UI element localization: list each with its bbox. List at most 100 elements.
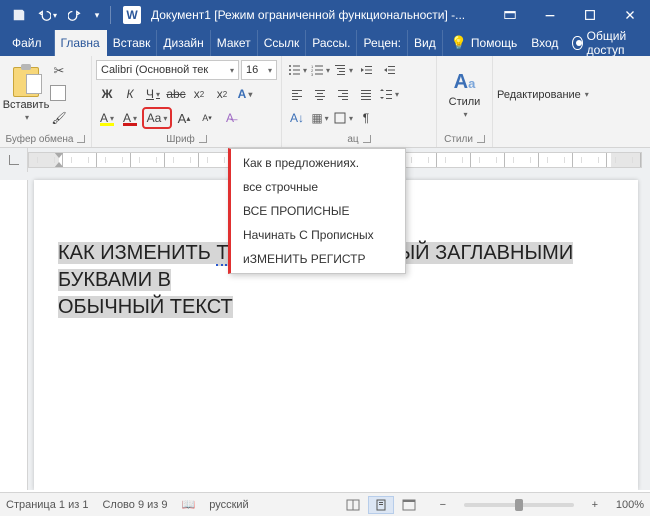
format-painter-icon[interactable]	[50, 110, 68, 126]
save-icon[interactable]	[6, 1, 32, 29]
align-right-button[interactable]	[332, 83, 354, 105]
menu-capitalize-each[interactable]: Начинать С Прописных	[231, 223, 405, 247]
change-case-button[interactable]: Aa▾	[142, 107, 172, 129]
editing-label: Редактирование	[497, 89, 581, 101]
tab-review[interactable]: Рецен:	[357, 30, 408, 56]
menu-toggle-case[interactable]: иЗМЕНИТЬ РЕГИСТР	[231, 247, 405, 271]
group-font: Calibri (Основной тек▾ 16▾ Ж К Ч▾ abc x2…	[92, 56, 282, 147]
tab-file[interactable]: Файл	[0, 30, 55, 56]
ribbon: Вставить ▾ Буфер обмена Calibri (Основно…	[0, 56, 650, 148]
status-language[interactable]: русский	[209, 499, 248, 511]
web-layout-icon[interactable]	[396, 496, 422, 514]
align-left-button[interactable]	[286, 83, 308, 105]
font-name-combo[interactable]: Calibri (Основной тек▾	[96, 60, 239, 80]
decrease-indent-button[interactable]	[355, 59, 377, 81]
tab-insert[interactable]: Вставк	[107, 30, 158, 56]
read-mode-icon[interactable]	[340, 496, 366, 514]
zoom-level[interactable]: 100%	[616, 499, 644, 511]
menu-lowercase[interactable]: все строчные	[231, 175, 405, 199]
redo-icon[interactable]	[62, 1, 88, 29]
tab-view[interactable]: Вид	[408, 30, 443, 56]
group-editing: Редактирование ▾	[493, 56, 599, 147]
change-case-menu: Как в предложениях. все строчные ВСЕ ПРО…	[228, 148, 406, 274]
sort-button[interactable]: A↓	[286, 107, 308, 129]
group-paragraph: ▾ 123▾ ▾ ▾ A↓ ▾ ▾ ¶ ац	[282, 56, 437, 147]
minimize-icon[interactable]	[530, 0, 570, 30]
font-launcher-icon[interactable]	[199, 135, 207, 143]
share-button[interactable]: Общий доступ	[564, 30, 650, 56]
font-size-value: 16	[246, 64, 258, 76]
status-words[interactable]: Слово 9 из 9	[102, 499, 167, 511]
bulb-icon: 💡	[451, 35, 467, 51]
text-effects-button[interactable]: A▾	[234, 83, 256, 105]
clipboard-launcher-icon[interactable]	[77, 135, 85, 143]
multilevel-button[interactable]: ▾	[332, 59, 354, 81]
menu-sentence-case[interactable]: Как в предложениях.	[231, 151, 405, 175]
align-center-button[interactable]	[309, 83, 331, 105]
numbering-button[interactable]: 123▾	[309, 59, 331, 81]
strikethrough-button[interactable]: abc	[165, 83, 187, 105]
zoom-in-button[interactable]: +	[588, 499, 602, 511]
qat-customize-icon[interactable]: ▾	[90, 1, 104, 29]
subscript-button[interactable]: x2	[188, 83, 210, 105]
bold-button[interactable]: Ж	[96, 83, 118, 105]
first-line-indent-icon[interactable]	[54, 152, 64, 158]
svg-text:3: 3	[311, 72, 314, 77]
share-label: Общий доступ	[587, 29, 642, 57]
tab-references[interactable]: Ссылк	[258, 30, 307, 56]
menu-uppercase[interactable]: ВСЕ ПРОПИСНЫЕ	[231, 199, 405, 223]
superscript-button[interactable]: x2	[211, 83, 233, 105]
tab-mailings[interactable]: Рассы.	[306, 30, 357, 56]
shading-button[interactable]: ▾	[309, 107, 331, 129]
grow-font-button[interactable]: A▴	[173, 107, 195, 129]
borders-button[interactable]: ▾	[332, 107, 354, 129]
font-color-button[interactable]: A▾	[119, 107, 141, 129]
cut-icon[interactable]	[50, 63, 68, 79]
font-name-value: Calibri (Основной тек	[101, 64, 208, 76]
tab-design[interactable]: Дизайн	[157, 30, 210, 56]
editing-button[interactable]: Редактирование ▾	[497, 58, 589, 131]
copy-icon[interactable]	[50, 86, 68, 102]
selected-text-1: КАК ИЗМЕНИТЬ	[58, 242, 216, 264]
help-label: Помощь	[471, 36, 517, 50]
paste-button[interactable]: Вставить ▾	[4, 58, 48, 131]
bullets-button[interactable]: ▾	[286, 59, 308, 81]
clear-formatting-button[interactable]: A̶	[219, 107, 241, 129]
print-layout-icon[interactable]	[368, 496, 394, 514]
italic-button[interactable]: К	[119, 83, 141, 105]
increase-indent-button[interactable]	[378, 59, 400, 81]
justify-button[interactable]	[355, 83, 377, 105]
word-app-icon: W	[123, 6, 141, 24]
styles-launcher-icon[interactable]	[477, 135, 485, 143]
maximize-icon[interactable]	[570, 0, 610, 30]
group-clipboard: Вставить ▾ Буфер обмена	[0, 56, 92, 147]
tab-home[interactable]: Главна	[55, 30, 107, 56]
ribbon-options-icon[interactable]	[490, 0, 530, 30]
share-icon	[572, 36, 582, 50]
selected-text-3: ОБЫЧНЫЙ ТЕКСТ	[58, 296, 233, 318]
close-icon[interactable]	[610, 0, 650, 30]
title-bar: ▾ ▾ W Документ1 [Режим ограниченной функ…	[0, 0, 650, 30]
styles-button[interactable]: Aa Стили ▾	[441, 58, 488, 131]
tab-layout[interactable]: Макет	[211, 30, 258, 56]
group-styles: Aa Стили ▾ Стили	[437, 56, 493, 147]
zoom-slider[interactable]	[464, 503, 574, 507]
sign-in[interactable]: Вход	[525, 30, 564, 56]
zoom-out-button[interactable]: −	[436, 499, 450, 511]
undo-icon[interactable]: ▾	[34, 1, 60, 29]
status-spellcheck-icon[interactable]: 📖	[182, 498, 196, 511]
vertical-ruler[interactable]	[0, 180, 28, 490]
highlight-button[interactable]: A▾	[96, 107, 118, 129]
paragraph-launcher-icon[interactable]	[363, 135, 371, 143]
line-spacing-button[interactable]: ▾	[378, 83, 400, 105]
tab-selector[interactable]	[0, 148, 28, 172]
window-title: Документ1 [Режим ограниченной функционал…	[147, 8, 490, 22]
hanging-indent-icon[interactable]	[54, 162, 64, 168]
status-page[interactable]: Страница 1 из 1	[6, 499, 88, 511]
shrink-font-button[interactable]: A▾	[196, 107, 218, 129]
zoom-thumb[interactable]	[515, 499, 523, 511]
font-size-combo[interactable]: 16▾	[241, 60, 277, 80]
underline-button[interactable]: Ч▾	[142, 83, 164, 105]
tell-me[interactable]: 💡 Помощь	[443, 30, 526, 56]
pilcrow-button[interactable]: ¶	[355, 107, 377, 129]
